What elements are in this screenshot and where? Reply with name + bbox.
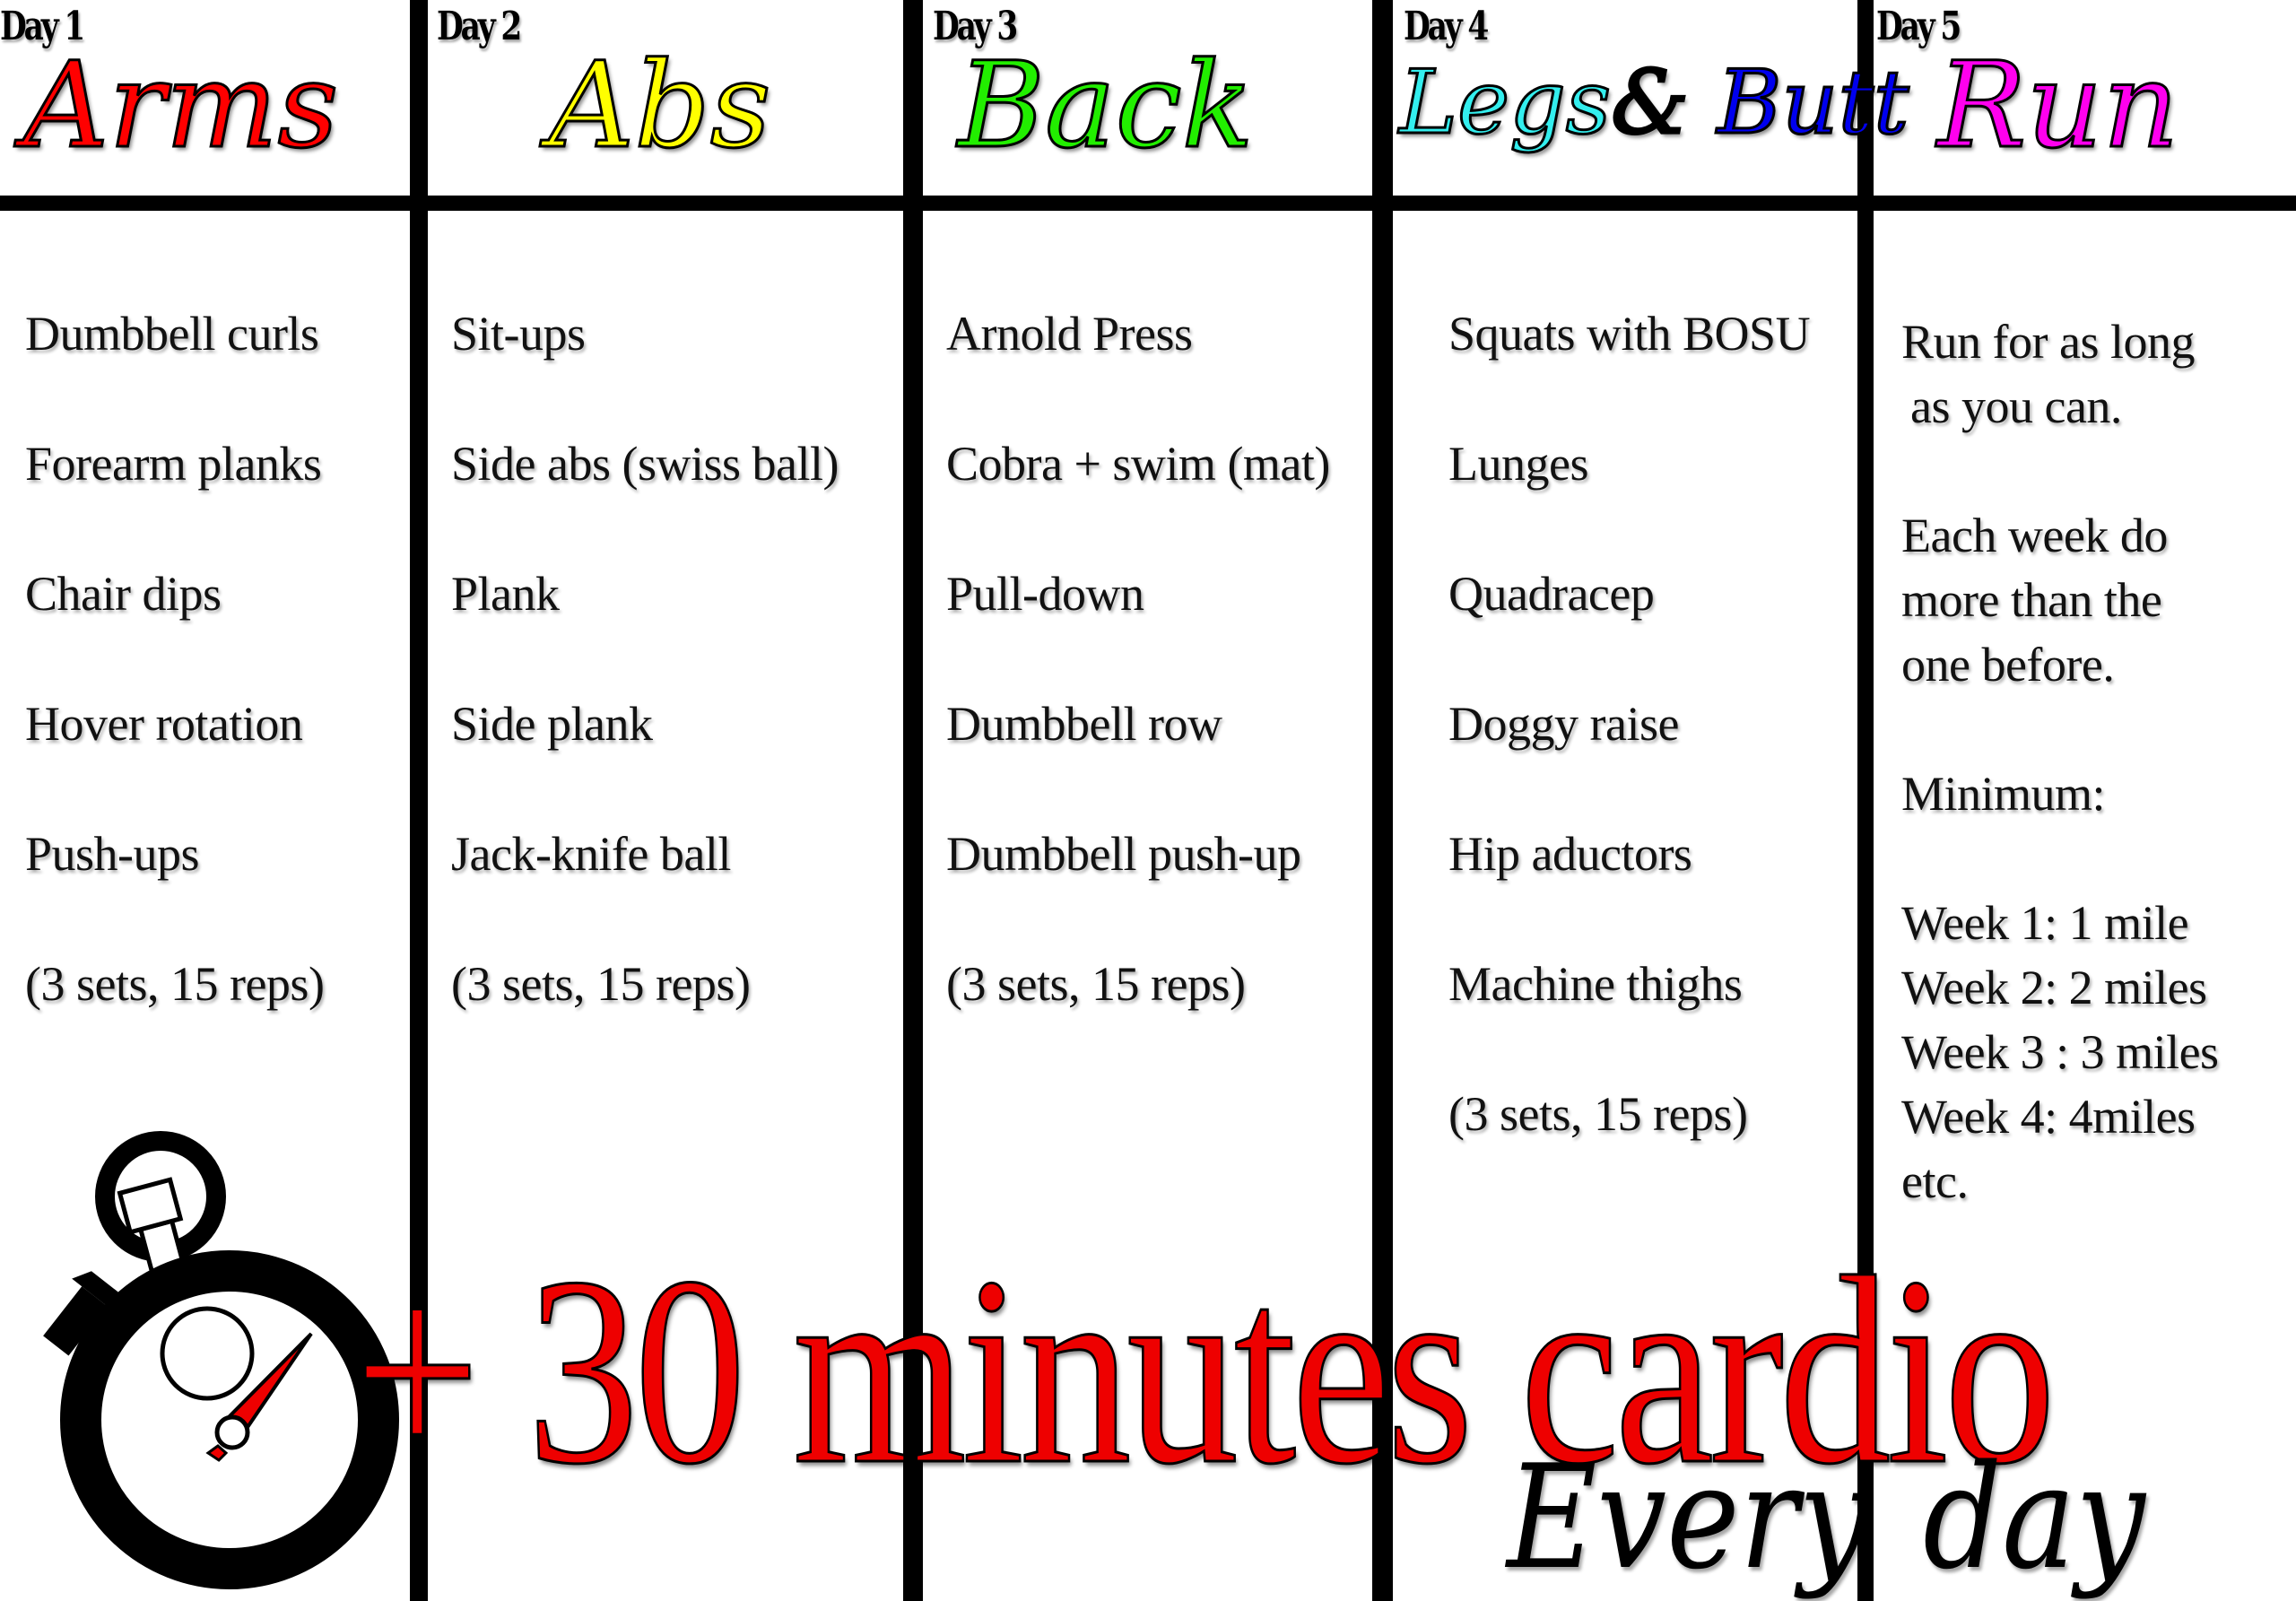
list-item: Forearm planks bbox=[25, 437, 322, 491]
day-title-run: Run bbox=[1935, 37, 2179, 175]
day-title-legs-butt: Legs& Butt bbox=[1397, 58, 1909, 149]
run-instructions: Run for as long as you can. Each week do… bbox=[1901, 309, 2219, 1214]
list-item: Side plank bbox=[451, 697, 653, 751]
list-item: Machine thighs bbox=[1448, 957, 1743, 1011]
exercise-list-abs: Sit-ups Side abs (swiss ball) Plank Side… bbox=[451, 305, 839, 1085]
sets-reps-note: (3 sets, 15 reps) bbox=[1448, 1087, 1748, 1141]
every-day-caption: Every day bbox=[1507, 1433, 2145, 1601]
workout-plan: Day 1 Arms Day 2 Abs Day 3 Back Day 4 Le… bbox=[0, 0, 2296, 1601]
run-etc: etc. bbox=[1901, 1154, 1969, 1208]
list-item: Hover rotation bbox=[25, 697, 303, 751]
run-week-item: Week 3 : 3 miles bbox=[1901, 1025, 2219, 1079]
day-label-4: Day 4 bbox=[1404, 4, 1489, 49]
run-minimum-label: Minimum: bbox=[1901, 767, 2106, 821]
list-item: Cobra + swim (mat) bbox=[946, 437, 1330, 491]
list-item: Squats with BOSU bbox=[1448, 307, 1811, 361]
run-progress-line: Each week do bbox=[1901, 509, 2168, 562]
stopwatch-pivot bbox=[214, 1414, 250, 1450]
day-title-abs: Abs bbox=[548, 37, 773, 175]
list-item: Doggy raise bbox=[1448, 697, 1679, 751]
sets-reps-note: (3 sets, 15 reps) bbox=[25, 957, 325, 1011]
list-item: Arnold Press bbox=[946, 307, 1193, 361]
list-item: Dumbbell push-up bbox=[946, 827, 1301, 881]
list-item: Dumbbell curls bbox=[25, 307, 319, 361]
run-intro-line: as you can. bbox=[1910, 379, 2122, 433]
list-item: Plank bbox=[451, 567, 560, 621]
list-item: Jack-knife ball bbox=[451, 827, 731, 881]
exercise-list-arms: Dumbbell curls Forearm planks Chair dips… bbox=[25, 305, 325, 1085]
title-legs: Legs bbox=[1397, 52, 1612, 154]
run-progress-line: more than the bbox=[1901, 573, 2162, 627]
list-item: Chair dips bbox=[25, 567, 222, 621]
title-butt: Butt bbox=[1716, 52, 1910, 154]
list-item: Pull-down bbox=[946, 567, 1144, 621]
list-item: Sit-ups bbox=[451, 307, 586, 361]
list-item: Side abs (swiss ball) bbox=[451, 437, 839, 491]
list-item: Dumbbell row bbox=[946, 697, 1222, 751]
day-title-arms: Arms bbox=[22, 37, 339, 175]
run-week-item: Week 1: 1 mile bbox=[1901, 896, 2189, 950]
day-label-2: Day 2 bbox=[437, 4, 522, 49]
sets-reps-note: (3 sets, 15 reps) bbox=[451, 957, 751, 1011]
stopwatch-subdial bbox=[160, 1306, 255, 1401]
list-item: Lunges bbox=[1448, 437, 1588, 491]
list-item: Quadracep bbox=[1448, 567, 1655, 621]
exercise-list-back: Arnold Press Cobra + swim (mat) Pull-dow… bbox=[946, 305, 1330, 1085]
run-intro-line: Run for as long bbox=[1901, 315, 2195, 369]
title-ampersand: & bbox=[1610, 52, 1691, 154]
list-item: Push-ups bbox=[25, 827, 200, 881]
list-item: Hip aductors bbox=[1448, 827, 1692, 881]
run-progress-line: one before. bbox=[1901, 638, 2115, 692]
sets-reps-note: (3 sets, 15 reps) bbox=[946, 957, 1246, 1011]
exercise-list-legs-butt: Squats with BOSU Lunges Quadracep Doggy … bbox=[1448, 305, 1811, 1215]
day-title-back: Back bbox=[957, 37, 1256, 175]
header-divider bbox=[0, 196, 2296, 211]
run-week-item: Week 2: 2 miles bbox=[1901, 961, 2207, 1014]
run-week-item: Week 4: 4miles bbox=[1901, 1090, 2196, 1144]
